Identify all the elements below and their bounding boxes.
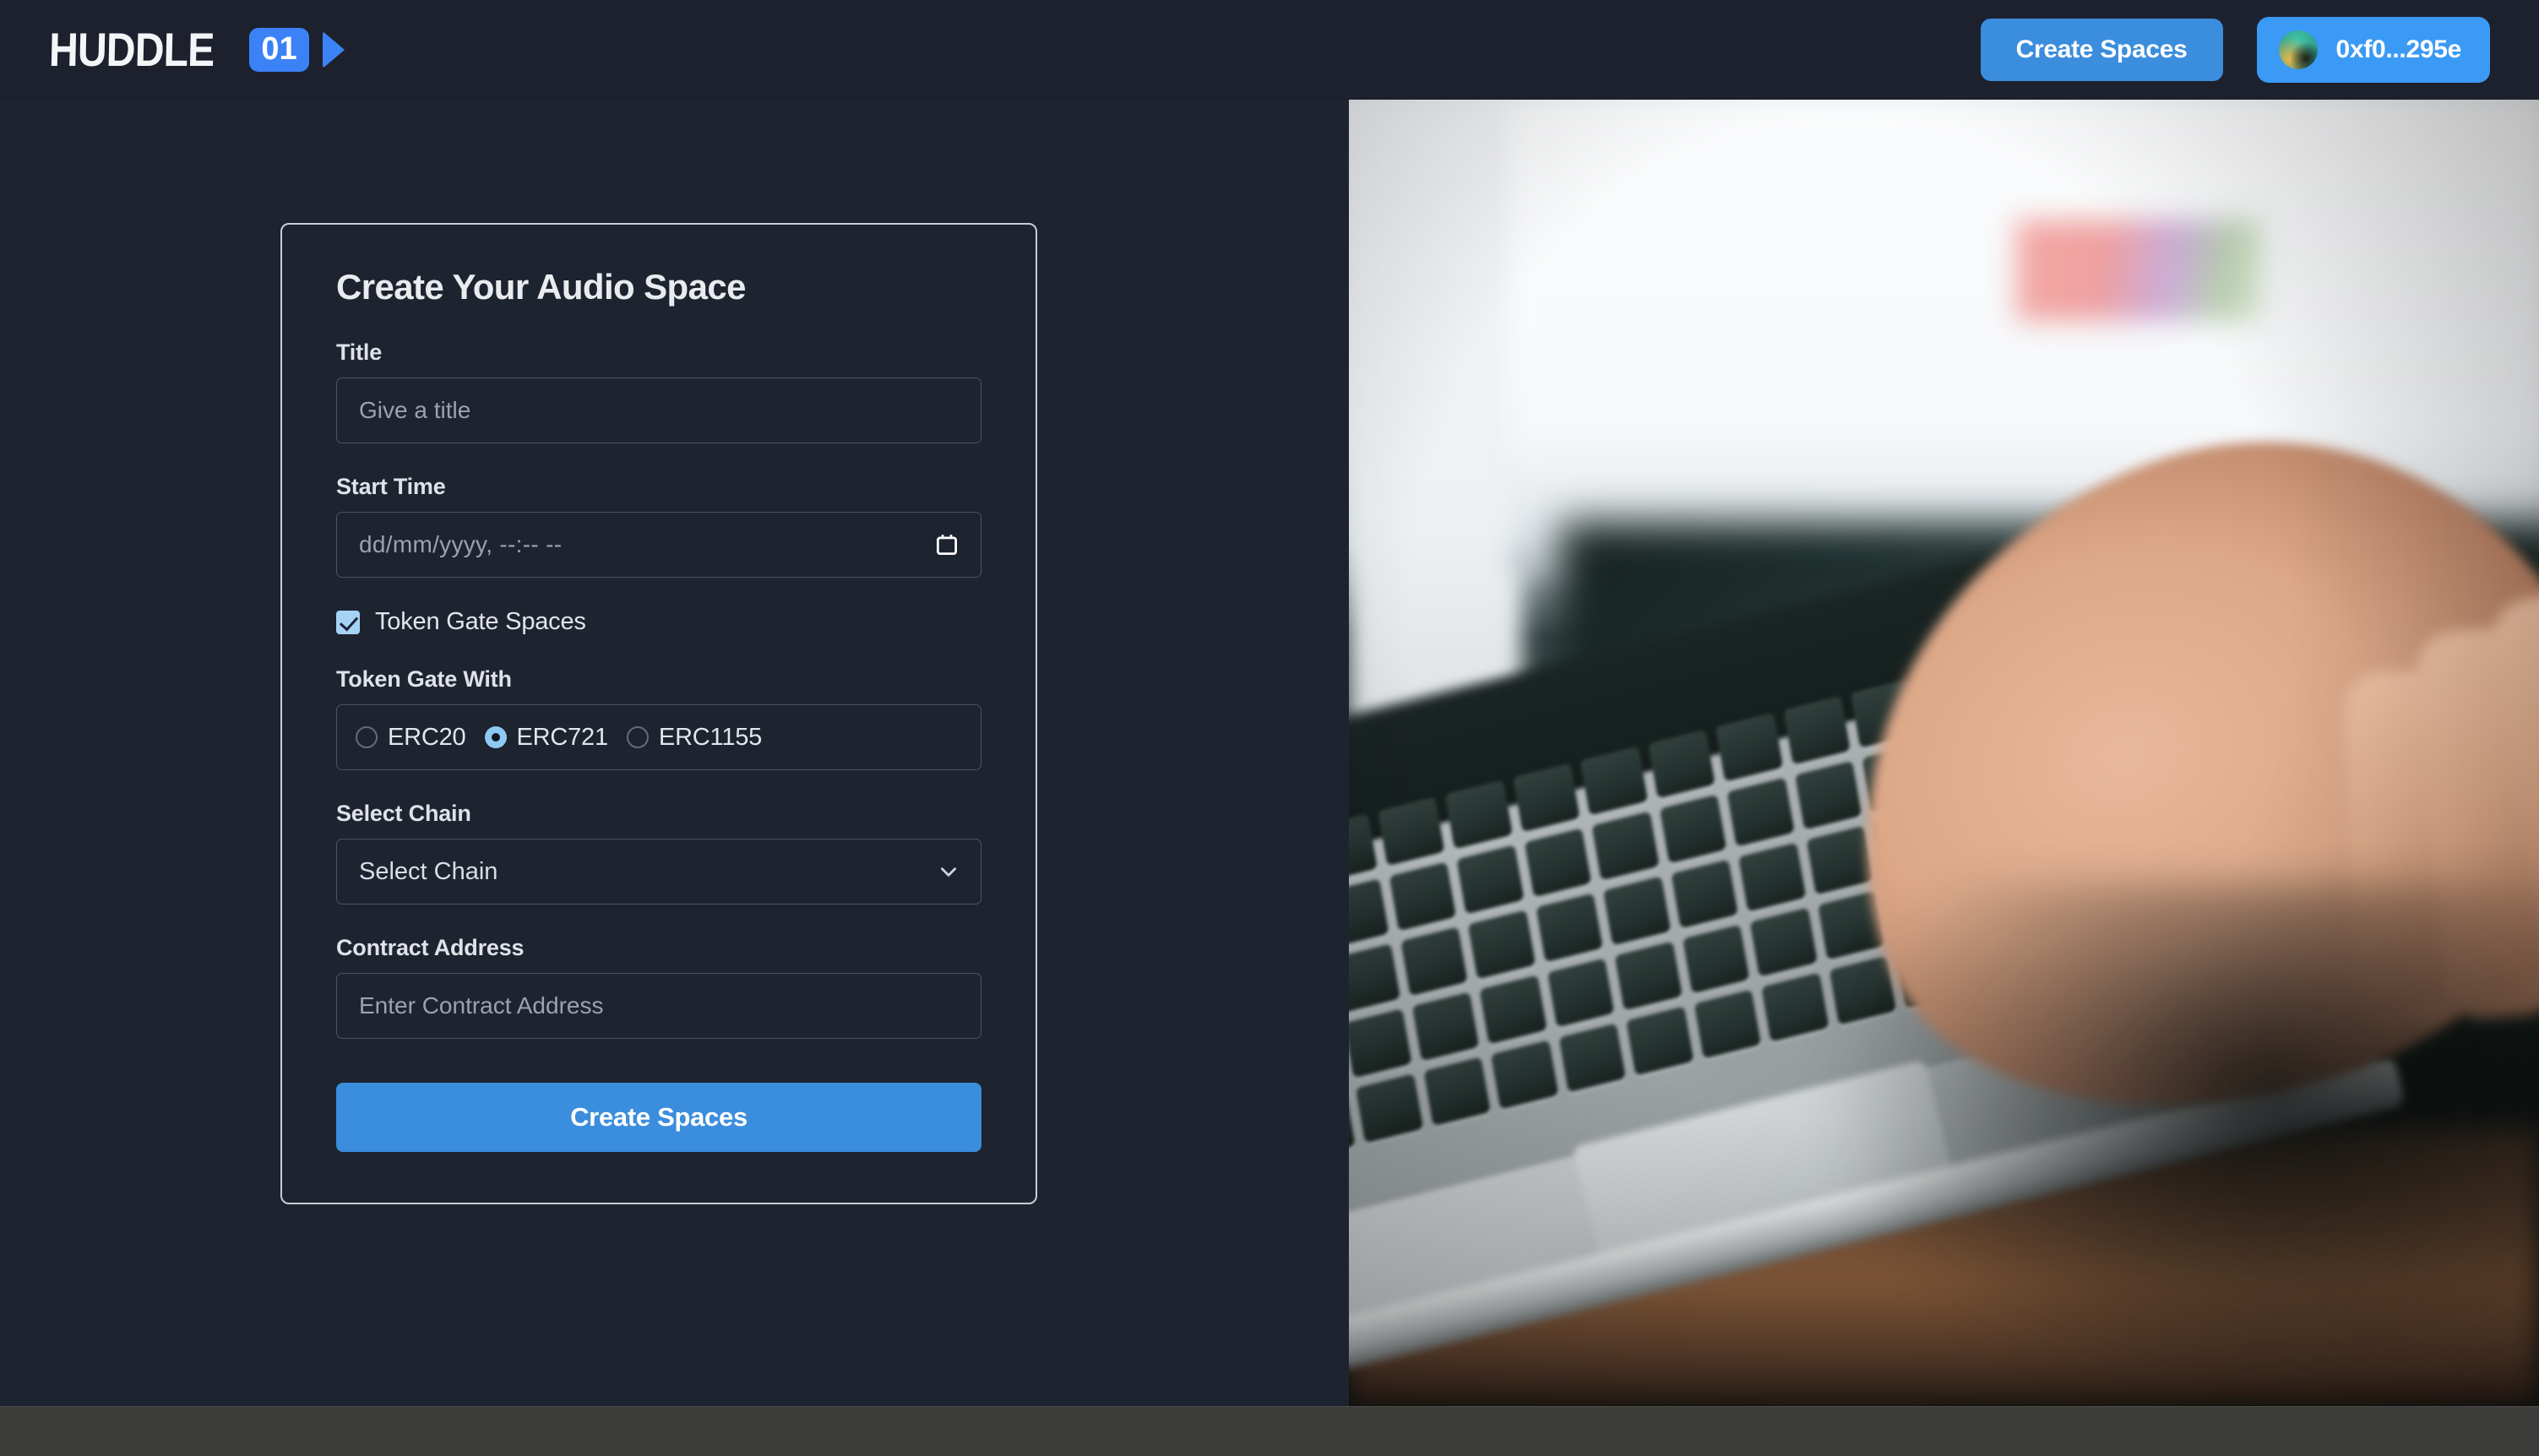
field-token-gate-with: Token Gate With ERC20 ERC721 ERC1155 [336, 666, 981, 770]
start-time-input[interactable]: dd/mm/yyyy, --:-- -- [336, 512, 981, 578]
field-start-time: Start Time dd/mm/yyyy, --:-- -- [336, 474, 981, 578]
select-chain-dropdown[interactable]: Select Chain [336, 839, 981, 905]
calendar-icon[interactable] [934, 532, 960, 557]
title-label: Title [336, 340, 383, 365]
hero-image-pane [1349, 100, 2539, 1406]
radio-option-erc1155[interactable]: ERC1155 [626, 723, 769, 752]
radio-option-erc20[interactable]: ERC20 [356, 724, 473, 752]
start-time-label: Start Time [336, 474, 446, 499]
create-spaces-submit-button[interactable]: Create Spaces [336, 1083, 981, 1152]
radio-circle-erc20[interactable] [356, 726, 378, 748]
start-time-value: dd/mm/yyyy, --:-- -- [336, 512, 981, 578]
top-header: HUDDLE 01 Create Spaces 0xf0...295e [0, 0, 2539, 100]
radio-label-erc1155: ERC1155 [658, 723, 763, 751]
main-content: Create Your Audio Space Title Start Time… [0, 100, 2539, 1406]
token-gate-checkbox[interactable] [336, 610, 360, 634]
contract-address-input[interactable] [336, 973, 981, 1039]
video-camera-icon [322, 31, 345, 68]
radio-circle-erc1155[interactable] [626, 726, 649, 748]
app-root: HUDDLE 01 Create Spaces 0xf0...295e Crea… [0, 0, 2539, 1406]
photo-vignette [1349, 100, 2539, 1406]
radio-circle-erc721[interactable] [484, 726, 507, 748]
contract-address-label: Contract Address [336, 935, 525, 960]
radio-label-erc20: ERC20 [388, 723, 466, 751]
logo-wordmark: HUDDLE [48, 23, 215, 76]
wallet-address-label: 0xf0...295e [2335, 35, 2462, 63]
header-actions: Create Spaces 0xf0...295e [1980, 17, 2490, 83]
token-gate-checkbox-row[interactable]: Token Gate Spaces [336, 608, 981, 636]
radio-label-erc721: ERC721 [516, 723, 609, 751]
page-title: Create Your Audio Space [336, 267, 746, 307]
radio-option-erc721[interactable]: ERC721 [484, 723, 615, 752]
create-spaces-header-button[interactable]: Create Spaces [1980, 19, 2223, 81]
field-contract-address: Contract Address [336, 935, 981, 1039]
create-audio-space-card: Create Your Audio Space Title Start Time… [280, 223, 1037, 1204]
account-button[interactable]: 0xf0...295e [2256, 17, 2490, 83]
hero-photo-typing-laptop [1349, 100, 2539, 1406]
field-select-chain: Select Chain Select Chain [336, 801, 981, 905]
field-title: Title [336, 340, 981, 443]
title-input[interactable] [336, 378, 981, 443]
huddle01-logo[interactable]: HUDDLE 01 [48, 23, 345, 76]
token-standard-radio-group: ERC20 ERC721 ERC1155 [336, 704, 981, 770]
select-chain-label: Select Chain [336, 801, 471, 826]
token-gate-checkbox-label: Token Gate Spaces [375, 608, 586, 635]
browser-bottom-bar [0, 1406, 2539, 1456]
chevron-down-icon [941, 867, 956, 877]
logo-badge-01: 01 [249, 28, 309, 72]
form-pane: Create Your Audio Space Title Start Time… [0, 100, 1349, 1406]
token-gate-with-label: Token Gate With [336, 666, 512, 692]
wallet-avatar-icon [2278, 30, 2318, 69]
select-chain-value: Select Chain [336, 839, 981, 905]
